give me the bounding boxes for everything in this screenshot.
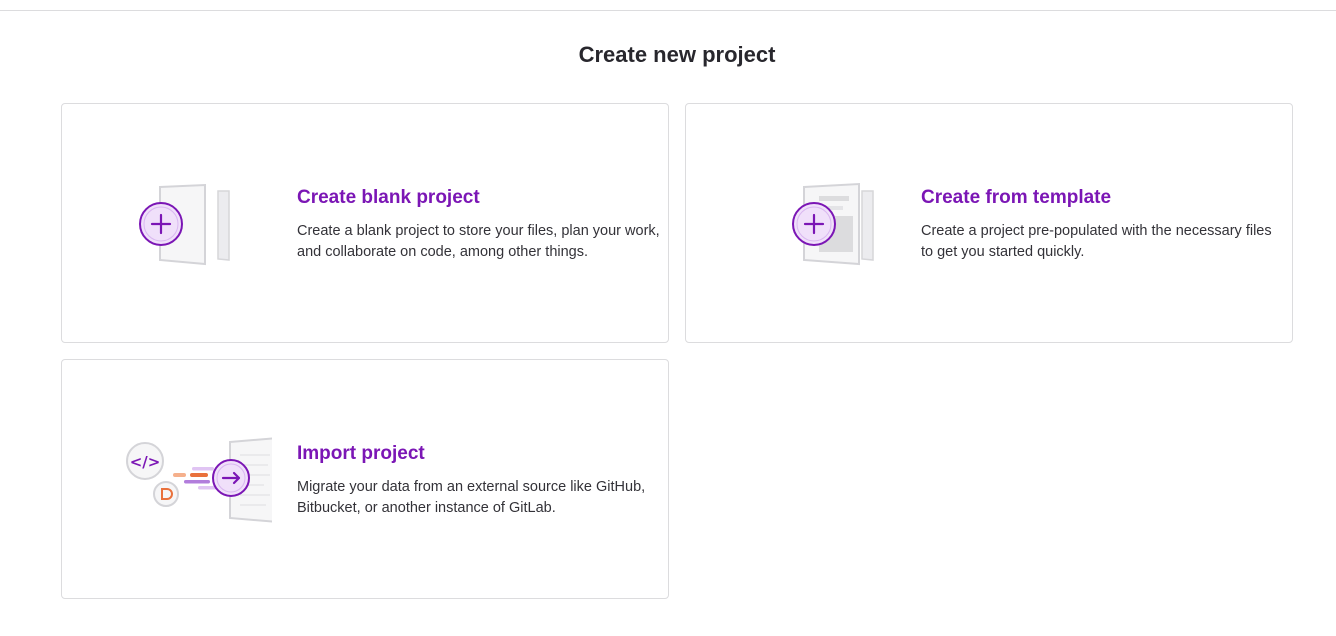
template-project-illustration bbox=[716, 174, 896, 274]
header-divider bbox=[0, 10, 1336, 11]
card-description: Migrate your data from an external sourc… bbox=[297, 479, 646, 516]
create-from-template-card[interactable]: Create from template Create a project pr… bbox=[685, 103, 1293, 343]
import-project-illustration: </> bbox=[92, 430, 291, 530]
card-title: Create blank project bbox=[297, 187, 480, 208]
create-blank-project-card[interactable]: Create blank project Create a blank proj… bbox=[61, 103, 669, 343]
card-title: Import project bbox=[297, 443, 425, 464]
blank-project-illustration bbox=[92, 174, 272, 274]
import-project-card[interactable]: </> Import project Migrate your data fro… bbox=[61, 359, 669, 599]
card-description: Create a project pre-populated with the … bbox=[921, 223, 1272, 260]
page-title: Create new project bbox=[578, 42, 776, 67]
svg-text:</>: </> bbox=[130, 453, 161, 471]
card-title: Create from template bbox=[921, 187, 1112, 208]
card-description: Create a blank project to store your fil… bbox=[297, 223, 660, 260]
